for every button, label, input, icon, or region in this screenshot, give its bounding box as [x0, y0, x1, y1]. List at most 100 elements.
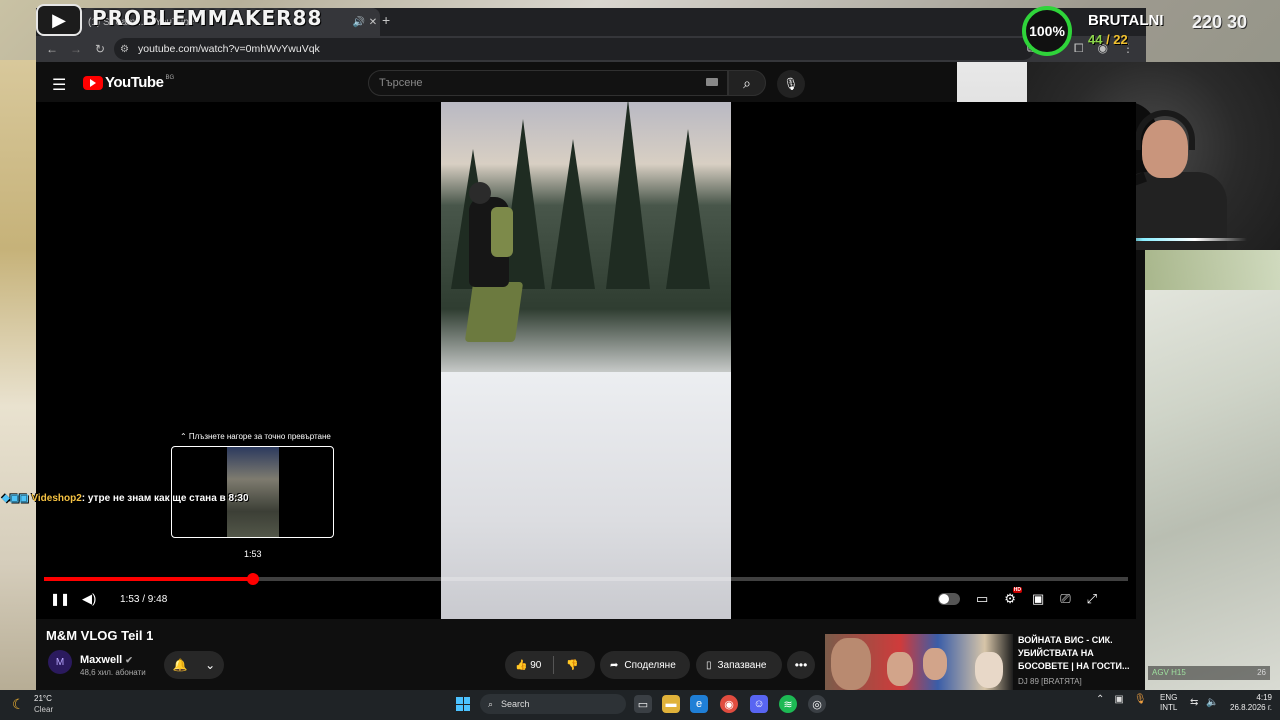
subtitles-icon[interactable]: ▭ — [976, 591, 988, 607]
speaker-icon[interactable]: 🔈 — [1206, 697, 1218, 708]
screen: (1) Stream ... - YouTube 🔊 ✕ + ← → ↻ ⚙ y… — [0, 0, 1280, 720]
like-button[interactable]: 👍 90 — [515, 660, 541, 671]
keyboard-icon[interactable] — [706, 78, 718, 86]
person-head — [469, 182, 491, 204]
chevron-down-icon: ⌄ — [205, 658, 216, 672]
hud-title: BRUTALNI — [1088, 12, 1164, 29]
search-icon: ⌕ — [743, 74, 751, 91]
preview-timestamp: 1:53 — [244, 549, 262, 559]
tree — [551, 139, 595, 289]
weather-temperature: 21°C — [34, 694, 52, 703]
subscriber-count: 48,6 хил. абонати — [80, 668, 146, 677]
thumbnail-face — [887, 652, 913, 686]
verified-icon: ✔ — [125, 655, 133, 665]
extensions-icon[interactable]: ⧠ — [1074, 41, 1084, 56]
tree — [666, 129, 710, 289]
network-icon[interactable]: ⇆ — [1190, 697, 1198, 708]
subscribed-bell-button[interactable]: 🔔 ⌄ — [164, 651, 224, 679]
taskbar-search[interactable]: ⌕ Search — [480, 694, 626, 714]
person-vest — [491, 207, 513, 257]
autoplay-toggle[interactable] — [938, 593, 960, 605]
address-bar[interactable]: ⚙ youtube.com/watch?v=0mhWvYwuVqk — [114, 38, 1034, 60]
hamburger-menu-icon[interactable]: ☰ — [52, 75, 68, 95]
browser-nav-bar: ← → ↻ ⚙ youtube.com/watch?v=0mhWvYwuVqk … — [36, 36, 1146, 62]
save-label: Запазване — [717, 659, 767, 671]
tab-audio-icon[interactable]: 🔊 — [352, 17, 366, 28]
recommended-title[interactable]: ВОЙНАТА ВИС - СИК. УБИЙСТВАТА НА БОСОВЕТ… — [1018, 634, 1138, 673]
app-icon[interactable]: ◎ — [808, 695, 826, 713]
cast-icon[interactable]: ⎚ — [1060, 591, 1070, 607]
chevron-up-icon[interactable]: ⌃ — [1096, 694, 1104, 705]
microphone-icon: 🎙 — [783, 77, 799, 91]
site-info-icon[interactable]: ⚙ — [120, 44, 138, 55]
task-view-icon[interactable]: ▭ — [634, 695, 652, 713]
settings-gear-icon[interactable]: ⚙ HD — [1004, 587, 1022, 607]
more-actions-button[interactable]: ••• — [787, 651, 815, 679]
search-button[interactable]: ⌕ — [728, 70, 766, 96]
search-input[interactable]: Търсене — [368, 70, 728, 96]
discord-icon[interactable]: ☺ — [750, 695, 768, 713]
pause-icon[interactable]: ❚❚ — [50, 592, 70, 606]
hud-score: 44 / 22 — [1088, 32, 1128, 47]
save-button[interactable]: ▯ Запазване — [696, 651, 782, 679]
share-label: Споделяне — [624, 659, 676, 671]
thumbnail-face — [923, 648, 947, 680]
reload-icon[interactable]: ↻ — [88, 42, 112, 56]
tree — [606, 102, 650, 289]
thumbnail-face — [975, 652, 1003, 688]
player-controls-right: ▭ ⚙ HD ▣ ⎚ ⤢ — [938, 587, 1097, 607]
weather-moon-icon[interactable]: ☾ — [12, 696, 25, 713]
mic-icon[interactable]: 🎙 — [1134, 694, 1147, 705]
like-dislike-group: 👍 90 👎 — [505, 651, 595, 679]
chat-badges-icon: ◆▣▣ — [2, 493, 32, 504]
lang-top: ENG — [1160, 693, 1178, 702]
file-explorer-icon[interactable]: ▬ — [662, 695, 680, 713]
seek-preview-thumbnail — [171, 446, 334, 538]
recommended-channel[interactable]: DJ 89 [BRATЯTA] — [1018, 677, 1082, 686]
tray-app-icon[interactable]: ▣ — [1114, 694, 1123, 705]
weather-condition: Clear — [34, 705, 54, 714]
system-tray: ⌃ ▣ 🎙 — [1096, 694, 1147, 705]
time-display: 1:53 / 9:48 — [120, 594, 168, 605]
youtube-play-icon — [83, 75, 103, 90]
spotify-icon[interactable]: ≋ — [779, 695, 797, 713]
seek-hint: ⌃ Плъзнете нагоре за точно превъртане — [180, 432, 331, 441]
fullscreen-icon[interactable]: ⤢ — [1087, 591, 1097, 607]
taskbar-search-label: Search — [501, 699, 530, 709]
youtube-logo[interactable]: YouTube BG — [83, 74, 174, 91]
dislike-icon[interactable]: 👎 — [566, 660, 578, 671]
channel-name-text: Maxwell — [80, 654, 123, 666]
new-tab-button[interactable]: + — [382, 12, 390, 28]
youtube-region: BG — [165, 74, 175, 81]
hud-score-a: 44 — [1088, 32, 1103, 47]
hud-row-label: AGV H15 — [1152, 668, 1186, 677]
edge-icon[interactable]: e — [690, 695, 708, 713]
search-icon: ⌕ — [488, 698, 494, 709]
language-indicator[interactable]: ENG INTL — [1160, 693, 1177, 713]
back-arrow-icon[interactable]: ← — [40, 42, 64, 56]
recommended-thumbnail[interactable] — [825, 634, 1013, 690]
youtube-wordmark: YouTube — [105, 74, 164, 91]
thumbnail-face — [831, 638, 871, 690]
voice-search-button[interactable]: 🎙 — [777, 70, 805, 98]
save-icon: ▯ — [706, 659, 712, 671]
hud-percent-badge: 100% — [1022, 6, 1072, 56]
clock-time: 4:19 — [1256, 693, 1272, 702]
volume-icon[interactable]: ◀) — [82, 591, 96, 607]
like-count: 90 — [530, 659, 542, 671]
clock-date: 26.8.2026 г. — [1230, 703, 1272, 712]
chat-text: : утре не знам как ще стана в 8:30 — [81, 493, 249, 504]
channel-name[interactable]: Maxwell ✔ — [80, 654, 133, 666]
forward-arrow-icon[interactable]: → — [64, 42, 88, 56]
video-frame[interactable] — [441, 102, 731, 619]
tab-close-icon[interactable]: ✕ — [366, 17, 380, 28]
hud-score-b: / 22 — [1102, 32, 1128, 47]
miniplayer-icon[interactable]: ▣ — [1032, 591, 1044, 607]
divider — [553, 656, 555, 674]
taskbar-clock[interactable]: 4:19 26.8.2026 г. — [1226, 693, 1272, 713]
game-scenery-right — [1145, 250, 1280, 690]
share-button[interactable]: ➦ Споделяне — [600, 651, 690, 679]
channel-avatar[interactable]: M — [48, 650, 72, 674]
windows-start-icon[interactable] — [456, 697, 470, 711]
chrome-icon[interactable]: ◉ — [720, 695, 738, 713]
